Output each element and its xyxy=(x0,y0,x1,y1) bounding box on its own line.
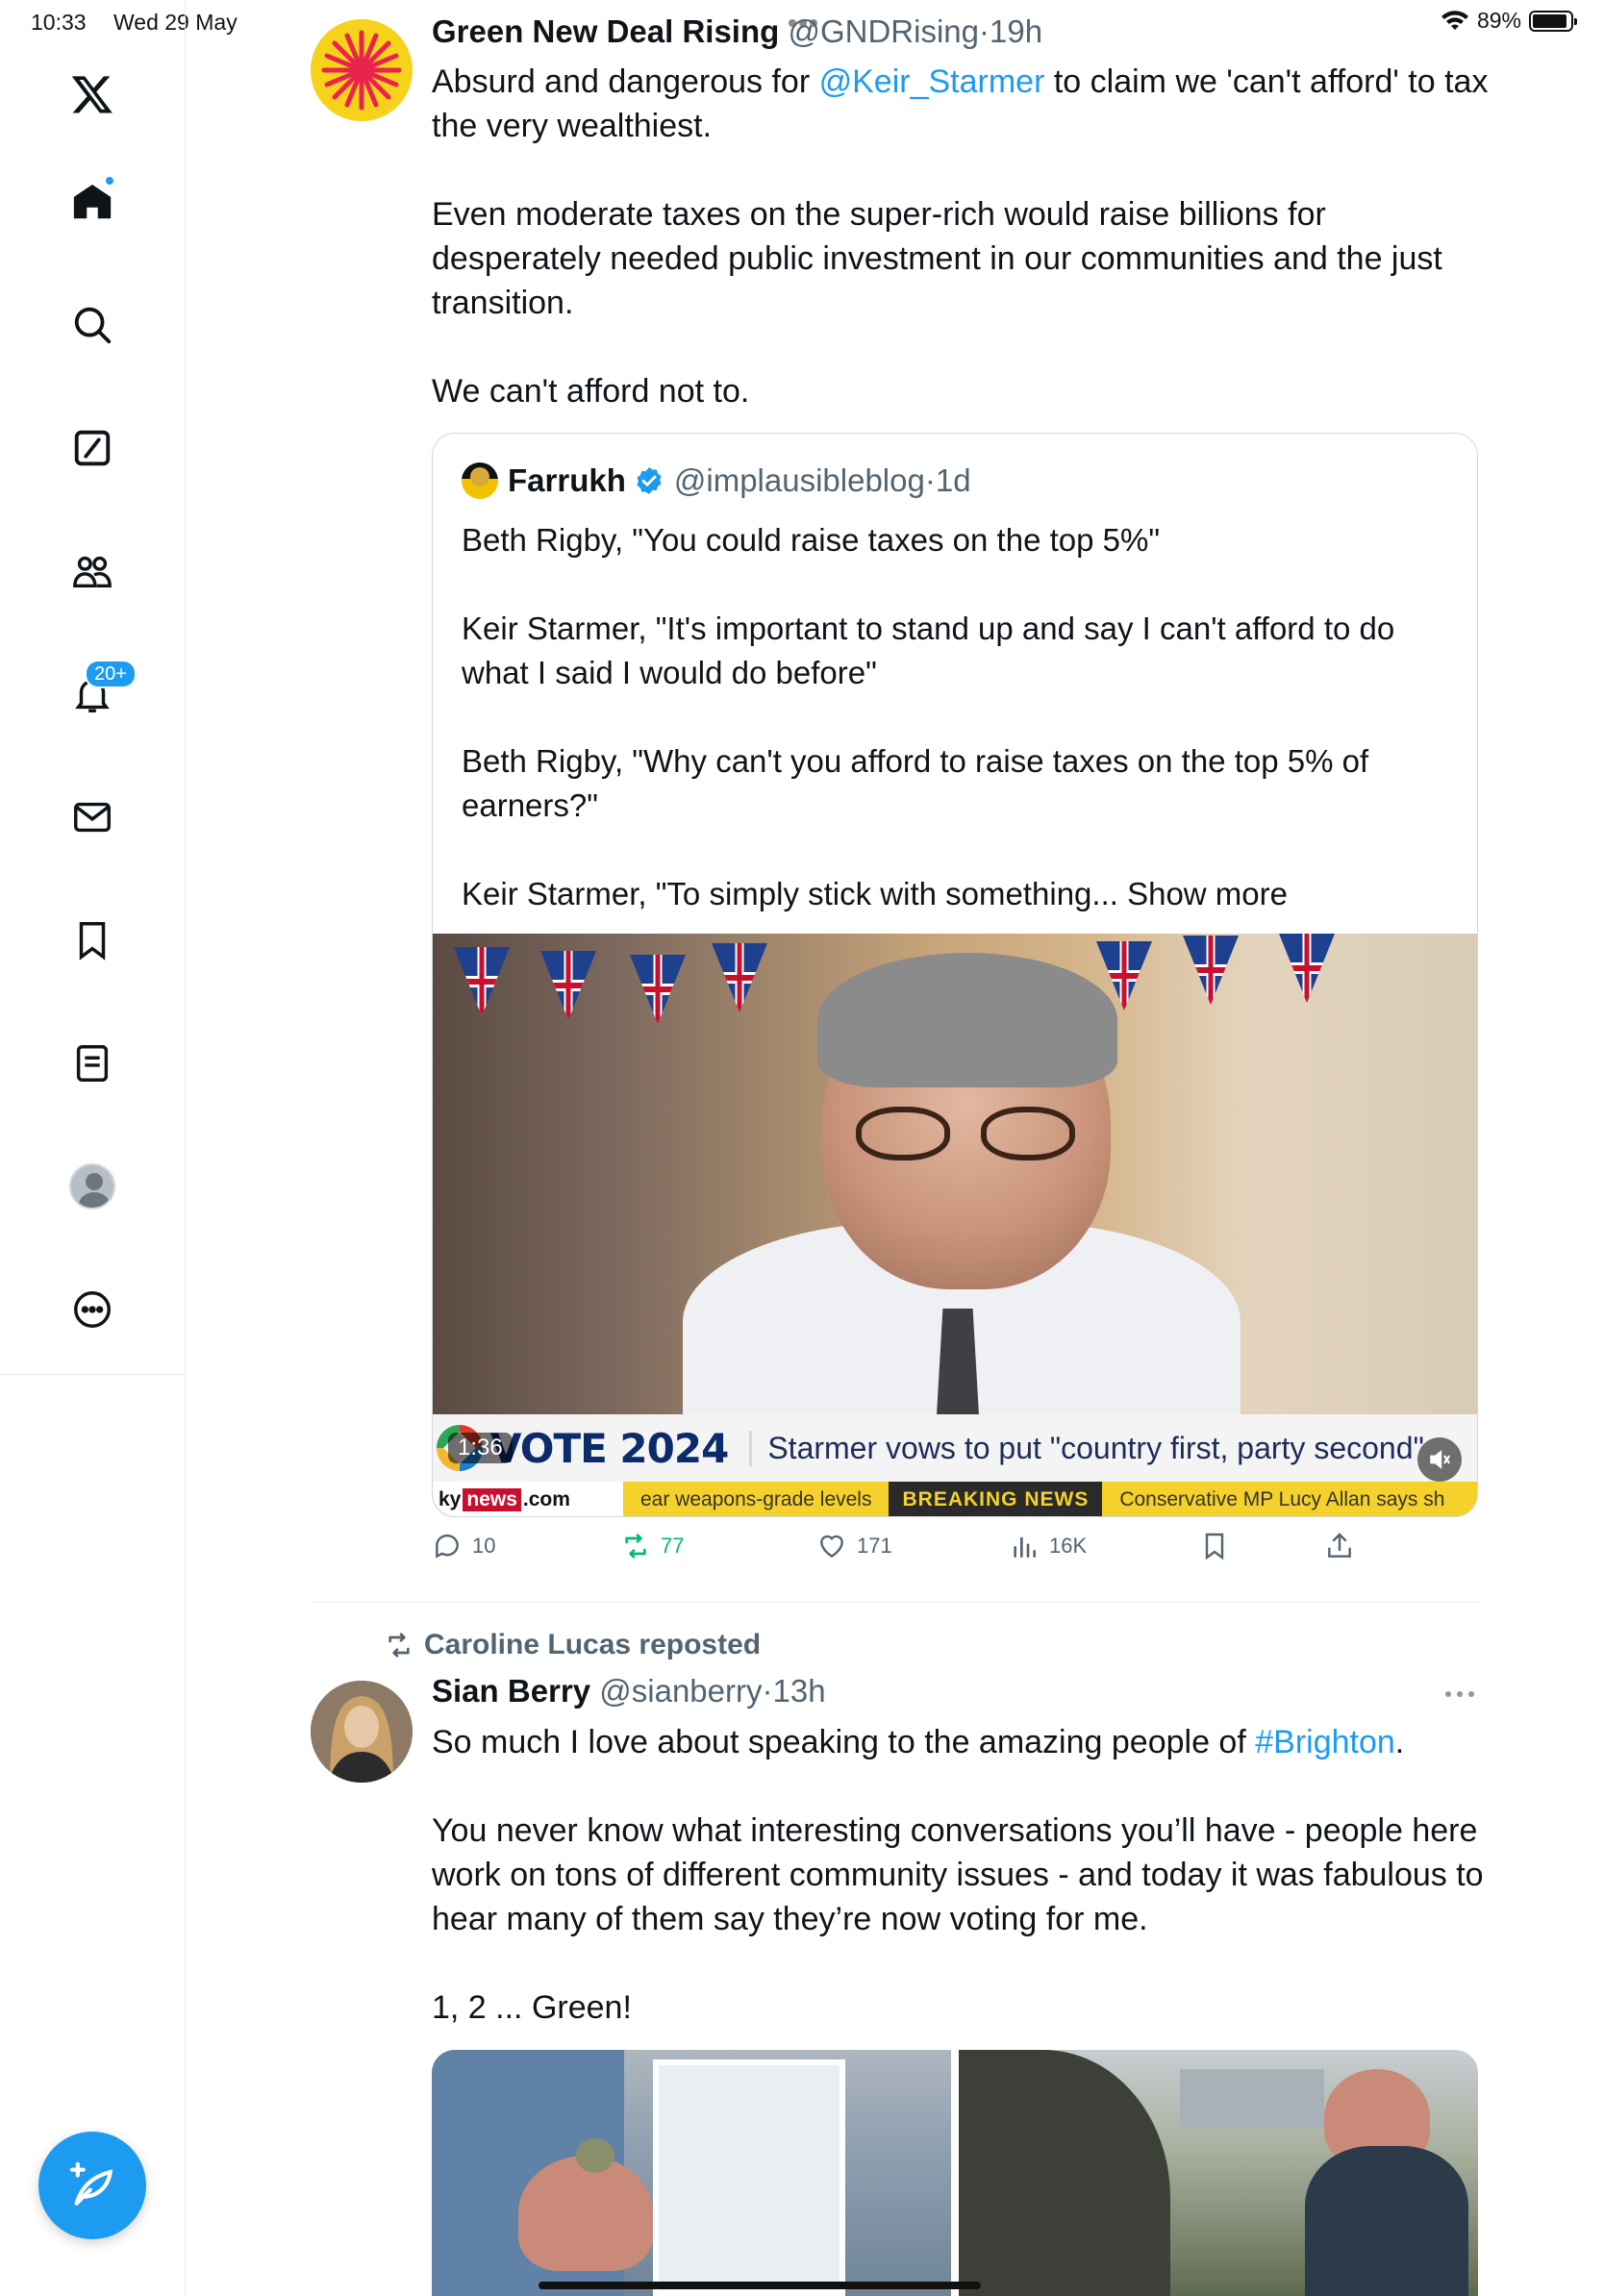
profile-avatar[interactable] xyxy=(54,1148,131,1225)
ticker-item: ear weapons-grade levels xyxy=(640,1487,872,1510)
home-new-dot xyxy=(104,175,115,187)
grok-icon[interactable] xyxy=(54,410,131,487)
quote-header: Farrukh @implausibleblog · 1d xyxy=(462,462,971,499)
tweet-more-button[interactable] xyxy=(1445,1685,1484,1704)
separator: · xyxy=(762,1673,773,1709)
muted-speaker-icon xyxy=(1430,1450,1450,1469)
hashtag-link[interactable]: #Brighton xyxy=(1255,1724,1395,1760)
video-duration: 1:36 xyxy=(448,1433,513,1463)
like-button[interactable]: 171 xyxy=(816,1531,892,1561)
sian-berry-avatar[interactable] xyxy=(311,1681,413,1783)
tweet-photo-grid xyxy=(432,2050,1478,2296)
display-name[interactable]: Green New Deal Rising xyxy=(432,13,779,49)
quote-display-name[interactable]: Farrukh xyxy=(508,462,626,499)
x-logo-icon[interactable] xyxy=(54,56,131,133)
tweet-header: Green New Deal Rising @GNDRising·19h xyxy=(432,13,1042,50)
video-player[interactable]: VOTE 2024 Starmer vows to put "country f… xyxy=(433,934,1477,1516)
bookmark-button[interactable] xyxy=(1199,1531,1230,1561)
quote-timestamp[interactable]: 1d xyxy=(936,462,971,499)
tweet-divider xyxy=(311,1602,1478,1603)
mention-link[interactable]: @Keir_Starmer xyxy=(819,63,1045,100)
like-count: 171 xyxy=(857,1534,892,1558)
breaking-news-label: BREAKING NEWS xyxy=(889,1482,1103,1516)
tweet-paragraph: You never know what interesting conversa… xyxy=(432,1812,1484,1937)
quote-text: Beth Rigby, "You could raise taxes on th… xyxy=(462,518,1452,916)
news-headline: Starmer vows to put "country first, part… xyxy=(749,1430,1424,1466)
bookmarks-icon[interactable] xyxy=(54,902,131,979)
quote-paragraph: Beth Rigby, "You could raise taxes on th… xyxy=(462,522,1161,558)
views-icon xyxy=(1014,1536,1036,1558)
farrukh-avatar[interactable] xyxy=(462,462,498,499)
repost-button[interactable]: 77 xyxy=(620,1531,684,1561)
tweet-header: Sian Berry @sianberry·13h xyxy=(432,1673,826,1710)
tweet-paragraph: So much I love about speaking to the ama… xyxy=(432,1724,1405,1760)
sidebar-divider xyxy=(0,1374,186,1375)
reply-icon xyxy=(436,1535,459,1559)
tweet-photo[interactable] xyxy=(432,2050,951,2296)
quote-paragraph: Beth Rigby, "Why can't you afford to rai… xyxy=(462,743,1369,823)
timestamp[interactable]: 19h xyxy=(990,13,1042,49)
tweet-text: Absurd and dangerous for @Keir_Starmer t… xyxy=(432,60,1490,413)
timestamp[interactable]: 13h xyxy=(773,1673,826,1709)
tweet-actions: 10 77 171 16K xyxy=(432,1531,1509,1577)
gnd-rising-avatar[interactable] xyxy=(311,19,413,121)
quote-paragraph: Keir Starmer, "It's important to stand u… xyxy=(462,611,1395,690)
lists-icon[interactable] xyxy=(54,1025,131,1102)
more-icon[interactable] xyxy=(54,1271,131,1348)
tweet-paragraph: We can't afford not to. xyxy=(432,373,750,410)
quote-tweet-card[interactable]: Farrukh @implausibleblog · 1d Beth Rigby, … xyxy=(432,433,1478,1517)
news-lower-third: VOTE 2024 Starmer vows to put "country f… xyxy=(433,1414,1477,1482)
reply-count: 10 xyxy=(472,1534,496,1558)
share-icon xyxy=(1328,1533,1351,1558)
tweet-paragraph: Even moderate taxes on the super-rich wo… xyxy=(432,196,1442,321)
repost-label: Caroline Lucas reposted xyxy=(424,1629,762,1660)
messages-icon[interactable] xyxy=(54,779,131,856)
tweet-paragraph: Absurd and dangerous for @Keir_Starmer t… xyxy=(432,63,1489,144)
communities-icon[interactable] xyxy=(54,533,131,610)
repost-context[interactable]: Caroline Lucas reposted xyxy=(384,1629,761,1661)
news-ticker: ky news .com ear weapons-grade levels BREA… xyxy=(433,1482,1477,1516)
mute-button[interactable] xyxy=(1417,1437,1462,1482)
quote-handle[interactable]: @implausibleblog xyxy=(674,462,925,499)
display-name[interactable]: Sian Berry xyxy=(432,1673,590,1709)
search-icon[interactable] xyxy=(54,287,131,363)
bookmark-icon xyxy=(1205,1533,1224,1560)
verified-badge-icon xyxy=(637,467,662,494)
sidebar-nav: 20+ xyxy=(0,0,186,1375)
timeline: Green New Deal Rising @GNDRising·19h Abs… xyxy=(186,0,1604,2296)
tweet-photo[interactable] xyxy=(959,2050,1478,2296)
compose-button[interactable] xyxy=(38,2132,146,2239)
heart-icon xyxy=(820,1535,843,1559)
separator: · xyxy=(924,462,936,498)
separator: · xyxy=(979,13,990,49)
quote-paragraph: Keir Starmer, "To simply stick with some… xyxy=(462,876,1288,911)
compose-icon xyxy=(69,2161,113,2206)
sky-news-logo: ky news .com xyxy=(433,1482,623,1516)
vote-2024-label: VOTE 2024 xyxy=(490,1424,729,1472)
home-indicator[interactable] xyxy=(539,2282,981,2289)
handle[interactable]: @sianberry xyxy=(599,1673,762,1709)
reply-button[interactable]: 10 xyxy=(432,1531,495,1561)
home-icon[interactable] xyxy=(54,163,131,240)
repost-icon xyxy=(625,1534,646,1559)
repost-icon xyxy=(388,1633,410,1658)
notifications-icon[interactable]: 20+ xyxy=(54,656,137,733)
views-count: 16K xyxy=(1049,1534,1088,1558)
views-button[interactable]: 16K xyxy=(1009,1531,1087,1561)
tweet-text: So much I love about speaking to the ama… xyxy=(432,1720,1490,2030)
handle[interactable]: @GNDRising xyxy=(788,13,979,49)
share-button[interactable] xyxy=(1324,1531,1355,1561)
notifications-badge: 20+ xyxy=(85,660,137,688)
show-more-link[interactable]: Show more xyxy=(1127,876,1288,911)
ticker-item: Conservative MP Lucy Allan says sh xyxy=(1119,1487,1445,1510)
repost-count: 77 xyxy=(661,1534,685,1558)
tweet-paragraph: 1, 2 ... Green! xyxy=(432,1989,632,2026)
